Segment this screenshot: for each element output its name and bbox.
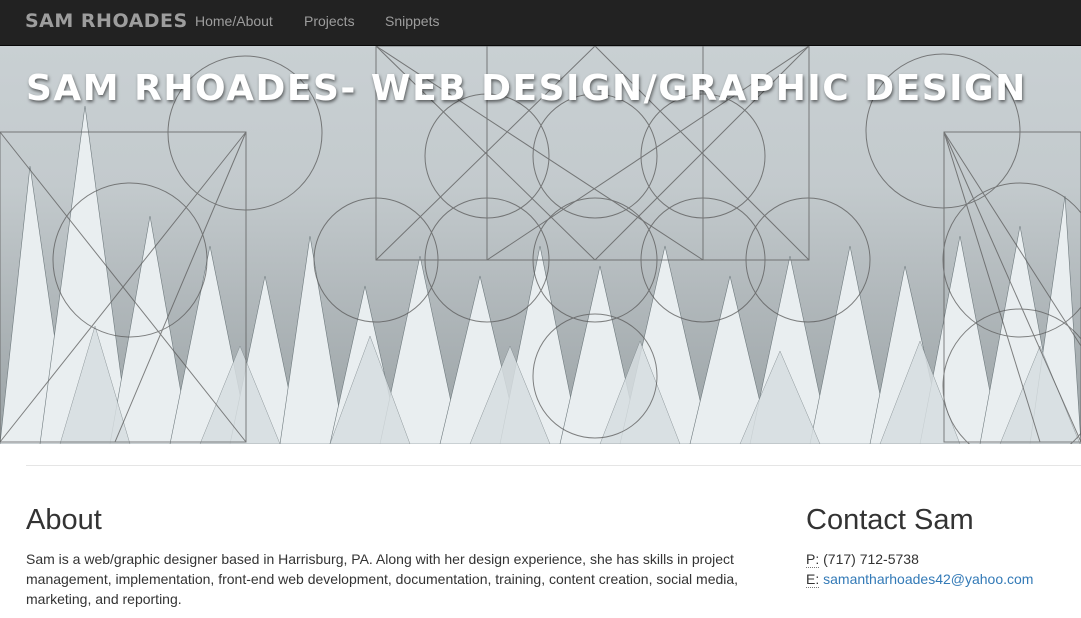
section-divider (26, 465, 1081, 466)
contact-phone: P: (717) 712-5738 (806, 549, 919, 569)
email-label: E: (806, 571, 820, 588)
email-link[interactable]: samantharhoades42@yahoo.com (823, 571, 1033, 587)
hero-banner: SAM RHOADES- WEB DESIGN/GRAPHIC DESIGN (0, 46, 1081, 444)
brand-logo[interactable]: SAM RHOADES (25, 10, 188, 32)
nav-link-projects[interactable]: Projects (304, 12, 355, 30)
nav-link-home-about[interactable]: Home/About (195, 12, 273, 30)
nav-link-snippets[interactable]: Snippets (385, 12, 439, 30)
navbar: SAM RHOADES Home/About Projects Snippets (0, 0, 1081, 46)
phone-label: P: (806, 551, 820, 568)
about-text: Sam is a web/graphic designer based in H… (26, 551, 739, 607)
contact-email: E: samantharhoades42@yahoo.com (806, 569, 1033, 589)
hero-title: SAM RHOADES- WEB DESIGN/GRAPHIC DESIGN (26, 68, 1027, 109)
contact-heading: Contact Sam (806, 504, 974, 536)
about-heading: About (26, 504, 102, 536)
phone-number: (717) 712-5738 (823, 551, 919, 567)
